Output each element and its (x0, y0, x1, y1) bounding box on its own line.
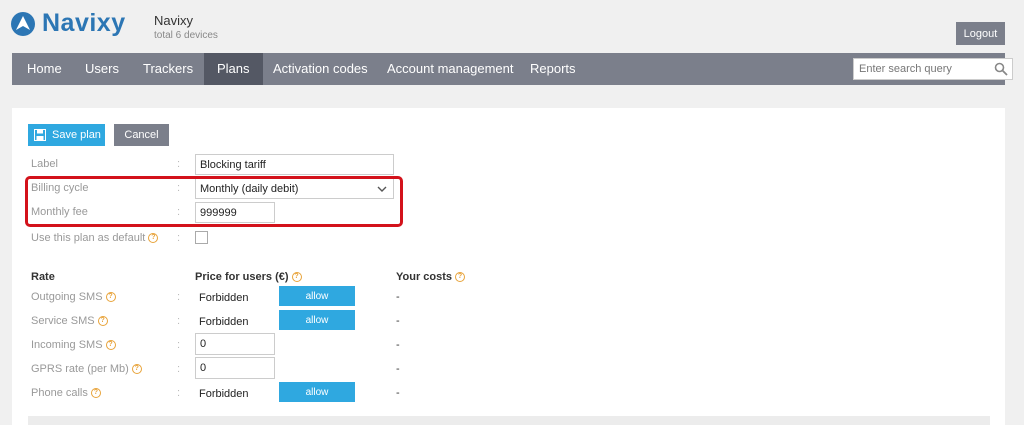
search-input[interactable] (854, 63, 989, 75)
save-plan-button[interactable]: Save plan (28, 124, 105, 146)
rate-value: Forbidden (199, 316, 249, 328)
colon: : (177, 363, 181, 375)
rate-row-label: Incoming SMS? (31, 339, 116, 351)
help-icon[interactable]: ? (105, 292, 116, 303)
colon: : (177, 291, 181, 303)
search-box (853, 58, 1013, 80)
help-icon[interactable]: ? (291, 272, 302, 283)
help-icon[interactable]: ? (131, 364, 142, 375)
allow-button[interactable]: allow (279, 382, 355, 402)
nav-item-trackers[interactable]: Trackers (130, 53, 206, 85)
nav-item-users[interactable]: Users (72, 53, 132, 85)
account-subtitle: total 6 devices (154, 30, 218, 41)
default-plan-checkbox[interactable] (195, 231, 208, 244)
nav-item-activation-codes[interactable]: Activation codes (260, 53, 381, 85)
account-info: Navixy total 6 devices (154, 13, 218, 41)
cost-value: - (396, 387, 400, 399)
label-field-label: Label (31, 158, 58, 170)
rate-row-label: Outgoing SMS? (31, 291, 116, 303)
gprs-rate-input[interactable]: 0 (195, 357, 275, 379)
nav-item-plans[interactable]: Plans (204, 53, 263, 85)
colon: : (177, 387, 181, 399)
colon: : (177, 158, 181, 170)
save-plan-label: Save plan (52, 129, 101, 141)
help-icon[interactable]: ? (148, 233, 159, 244)
brand-name: Navixy (42, 9, 126, 37)
price-header: Price for users (€)? (195, 271, 302, 283)
help-icon[interactable]: ? (105, 340, 116, 351)
cost-value: - (396, 315, 400, 327)
nav-item-reports[interactable]: Reports (517, 53, 589, 85)
section-divider (28, 416, 990, 425)
allow-button[interactable]: allow (279, 286, 355, 306)
label-input[interactable]: Blocking tariff (195, 154, 394, 175)
cost-value: - (396, 363, 400, 375)
nav-item-home[interactable]: Home (14, 53, 75, 85)
nav-item-account-management[interactable]: Account management (374, 53, 526, 85)
cost-value: - (396, 291, 400, 303)
logo[interactable]: Navixy (10, 9, 126, 38)
incoming-sms-input[interactable]: 0 (195, 333, 275, 355)
highlight-box (25, 176, 403, 227)
help-icon[interactable]: ? (455, 272, 466, 283)
colon: : (177, 315, 181, 327)
floppy-disk-icon (34, 129, 46, 141)
navixy-logo-icon (11, 11, 35, 36)
main-nav: Home Users Trackers Plans Activation cod… (12, 53, 1013, 85)
rate-row-label: GPRS rate (per Mb)? (31, 363, 142, 375)
account-name: Navixy (154, 13, 194, 28)
colon: : (177, 232, 181, 244)
help-icon[interactable]: ? (90, 388, 101, 399)
logout-button[interactable]: Logout (956, 22, 1005, 45)
plan-editor-panel (12, 108, 1005, 425)
colon: : (177, 339, 181, 351)
costs-header: Your costs? (396, 271, 466, 283)
top-bar: Navixy Navixy total 6 devices Logout (0, 0, 1024, 52)
rate-value: Forbidden (199, 292, 249, 304)
search-icon[interactable] (994, 62, 1008, 76)
rate-header: Rate (31, 271, 55, 283)
rate-row-label: Phone calls? (31, 387, 101, 399)
rate-row-label: Service SMS? (31, 315, 108, 327)
default-plan-label: Use this plan as default? (31, 232, 159, 244)
rate-value: Forbidden (199, 388, 249, 400)
cost-value: - (396, 339, 400, 351)
cancel-button[interactable]: Cancel (114, 124, 169, 146)
help-icon[interactable]: ? (97, 316, 108, 327)
allow-button[interactable]: allow (279, 310, 355, 330)
